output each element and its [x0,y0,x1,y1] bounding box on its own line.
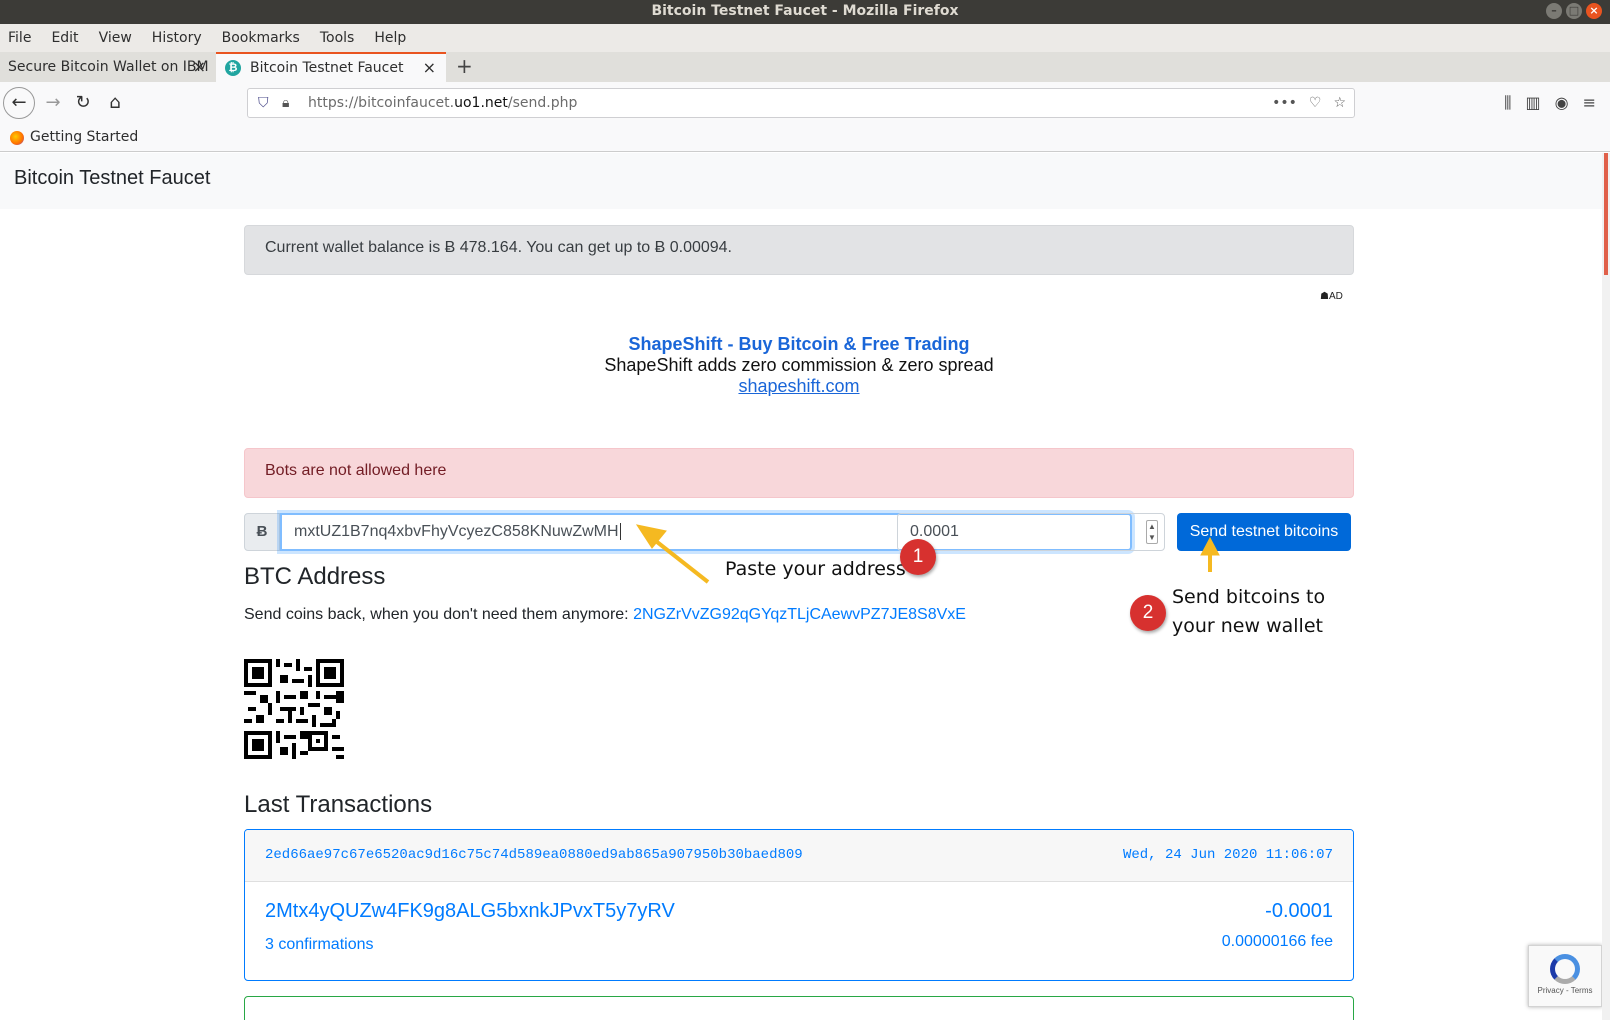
library-icon[interactable]: ⫼ [1504,88,1511,118]
pocket-icon[interactable]: ♡ [1309,89,1322,117]
annotation-step2-badge: 2 [1130,595,1166,631]
bookmarks-bar: Getting Started [0,124,1610,152]
scrollbar-thumb[interactable] [1604,153,1608,275]
toolbar-right: ⫼ ▥ ◉ ≡ [1504,88,1610,118]
menu-bookmarks[interactable]: Bookmarks [222,30,300,46]
home-icon[interactable]: ⌂ [100,88,130,118]
minimize-icon[interactable]: – [1546,3,1562,19]
maximize-icon[interactable]: □ [1566,3,1582,19]
annotation-step2-line1: Send bitcoins to [1172,586,1326,608]
menu-history[interactable]: History [152,30,202,46]
sidebar-icon[interactable]: ▥ [1526,88,1541,118]
tab-secure-wallet[interactable]: Secure Bitcoin Wallet on IBM × [0,52,216,82]
menu-help[interactable]: Help [374,30,406,46]
account-icon[interactable]: ◉ [1555,88,1569,118]
page-actions-icon[interactable]: ••• [1272,89,1297,117]
annotation-step1-badge: 1 [900,539,936,575]
tab-bitcoin-faucet[interactable]: ₿ Bitcoin Testnet Faucet × [216,52,446,82]
menu-tools[interactable]: Tools [320,30,355,46]
nav-bar: ← → ↻ ⌂ ⛉ 🔒︎ https://bitcoinfaucet.uo1.n… [0,82,1610,124]
reload-icon[interactable]: ↻ [68,88,98,118]
annotation-step2-line2: your new wallet [1172,615,1323,637]
close-tab-icon[interactable]: × [423,54,436,82]
tab-label: Bitcoin Testnet Faucet [250,60,404,76]
close-tab-icon[interactable]: × [193,52,206,82]
page-scrollbar[interactable] [1602,153,1610,1020]
hamburger-menu-icon[interactable]: ≡ [1583,88,1596,118]
bitcoin-favicon-icon: ₿ [225,60,241,76]
close-window-icon[interactable]: × [1586,3,1602,19]
bookmark-star-icon[interactable]: ☆ [1333,89,1346,117]
window-title: Bitcoin Testnet Faucet - Mozilla Firefox [651,3,959,19]
tab-label: Secure Bitcoin Wallet on IBM [8,59,209,75]
bookmark-getting-started[interactable]: Getting Started [30,124,138,151]
back-icon[interactable]: ← [3,87,35,119]
url-actions: ••• ♡ ☆ [1272,89,1346,117]
new-tab-icon[interactable]: + [456,52,473,80]
url-bar[interactable]: ⛉ 🔒︎ https://bitcoinfaucet.uo1.net/send.… [247,88,1355,118]
annotation-arrows [635,524,1220,584]
annotation-step1-text: Paste your address [725,558,906,580]
window-titlebar: Bitcoin Testnet Faucet - Mozilla Firefox… [0,0,1610,24]
menu-edit[interactable]: Edit [51,30,78,46]
menu-bar: File Edit View History Bookmarks Tools H… [0,24,1610,52]
page-content: Bitcoin Testnet Faucet Current wallet ba… [0,153,1602,1020]
url-text: https://bitcoinfaucet.uo1.net/send.php [308,95,578,111]
forward-icon[interactable]: → [38,88,68,118]
window-controls: – □ × [1546,3,1602,19]
menu-file[interactable]: File [8,30,31,46]
firefox-icon [10,131,24,145]
tab-strip: Secure Bitcoin Wallet on IBM × ₿ Bitcoin… [0,52,1610,82]
tracking-shield-icon[interactable]: ⛉ [258,89,269,117]
menu-view[interactable]: View [99,30,132,46]
lock-icon[interactable]: 🔒︎ [282,89,289,117]
